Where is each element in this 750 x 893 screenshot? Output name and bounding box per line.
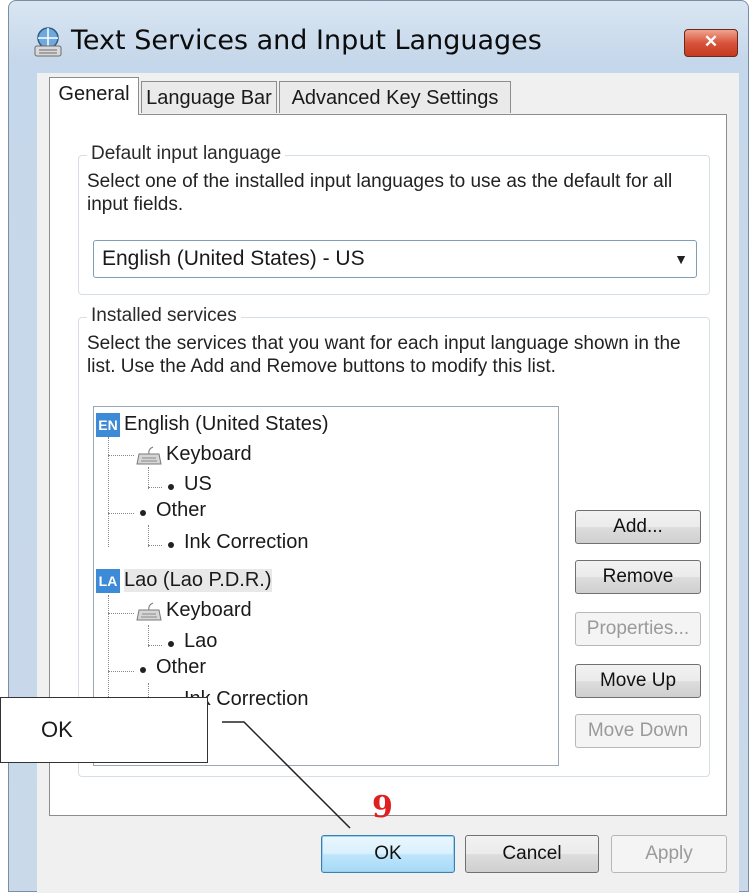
step-number: 9 [372, 790, 393, 825]
tab-general[interactable]: General [49, 77, 139, 115]
callout-box: OK [0, 697, 208, 763]
